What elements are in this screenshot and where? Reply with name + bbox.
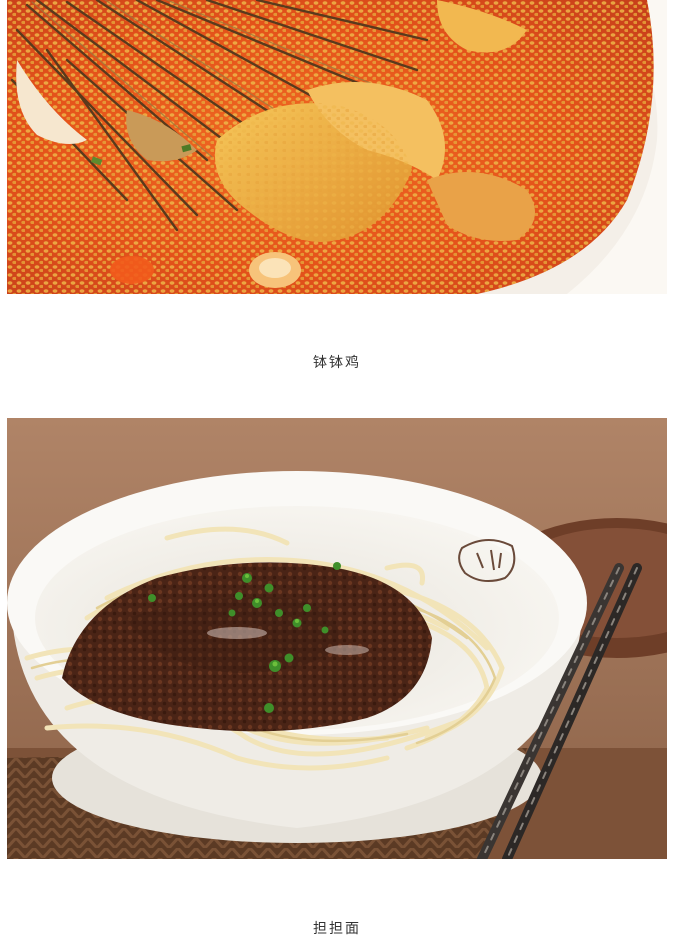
dandan-noodles-photo <box>7 418 667 859</box>
bobo-chicken-caption: 钵钵鸡 <box>313 355 361 371</box>
bobo-chicken-photo <box>7 0 667 294</box>
dandan-noodles-caption: 担担面 <box>313 921 361 937</box>
